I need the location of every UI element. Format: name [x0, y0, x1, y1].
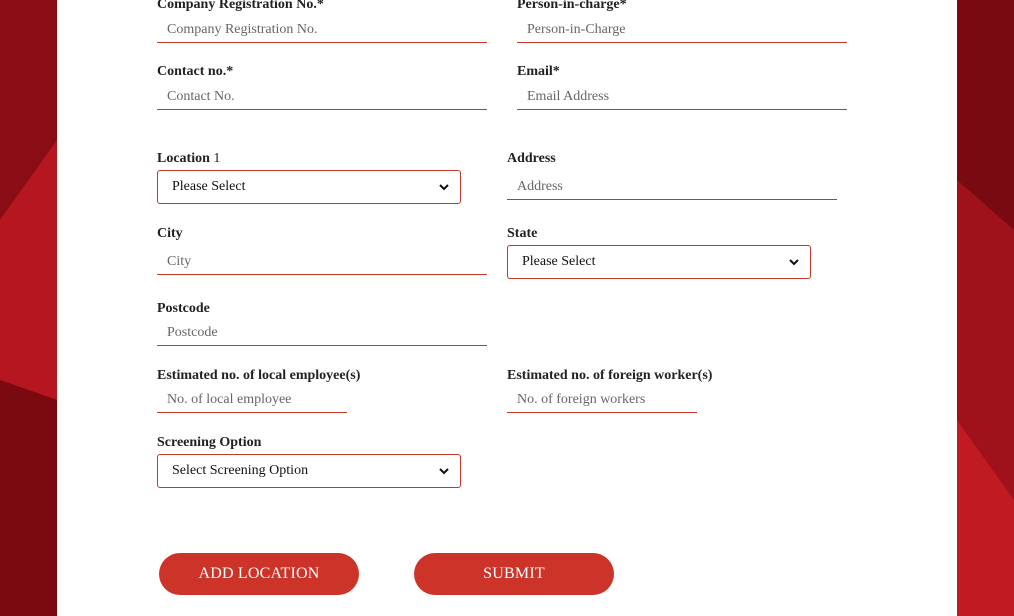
- location-label: Location 1: [157, 151, 220, 167]
- screening-label: Screening Option: [157, 435, 262, 450]
- city-input[interactable]: [157, 249, 487, 275]
- local-employee-label: Estimated no. of local employee(s): [157, 368, 361, 383]
- postcode-label: Postcode: [157, 301, 210, 316]
- postcode-input[interactable]: [157, 320, 487, 346]
- state-select[interactable]: Please Select: [507, 245, 811, 279]
- submit-button[interactable]: SUBMIT: [414, 553, 614, 595]
- email-input[interactable]: [517, 84, 847, 110]
- person-in-charge-label: Person-in-charge*: [517, 0, 627, 12]
- foreign-workers-label: Estimated no. of foreign worker(s): [507, 368, 713, 383]
- contact-input[interactable]: [157, 84, 487, 110]
- screening-select-value: Select Screening Option: [172, 463, 309, 478]
- location-select[interactable]: Please Select: [157, 170, 461, 204]
- foreign-workers-input[interactable]: [507, 387, 697, 413]
- location-label-text: Location: [157, 151, 210, 166]
- chevron-down-icon: [439, 184, 449, 191]
- registration-form-panel: Company Registration No.* Person-in-char…: [57, 0, 957, 616]
- state-select-value: Please Select: [522, 254, 596, 269]
- city-label: City: [157, 226, 183, 241]
- local-employee-input[interactable]: [157, 387, 347, 413]
- chevron-down-icon: [789, 259, 799, 266]
- contact-label: Contact no.*: [157, 64, 234, 79]
- screening-select[interactable]: Select Screening Option: [157, 454, 461, 488]
- company-reg-label: Company Registration No.*: [157, 0, 324, 12]
- address-input[interactable]: [507, 174, 837, 200]
- company-reg-input[interactable]: [157, 17, 487, 43]
- state-label: State: [507, 226, 538, 241]
- chevron-down-icon: [439, 468, 449, 475]
- location-select-value: Please Select: [172, 179, 246, 194]
- address-label: Address: [507, 151, 556, 166]
- location-number: 1: [213, 151, 221, 166]
- person-in-charge-input[interactable]: [517, 17, 847, 43]
- add-location-button[interactable]: ADD LOCATION: [159, 553, 359, 595]
- email-label: Email*: [517, 64, 560, 79]
